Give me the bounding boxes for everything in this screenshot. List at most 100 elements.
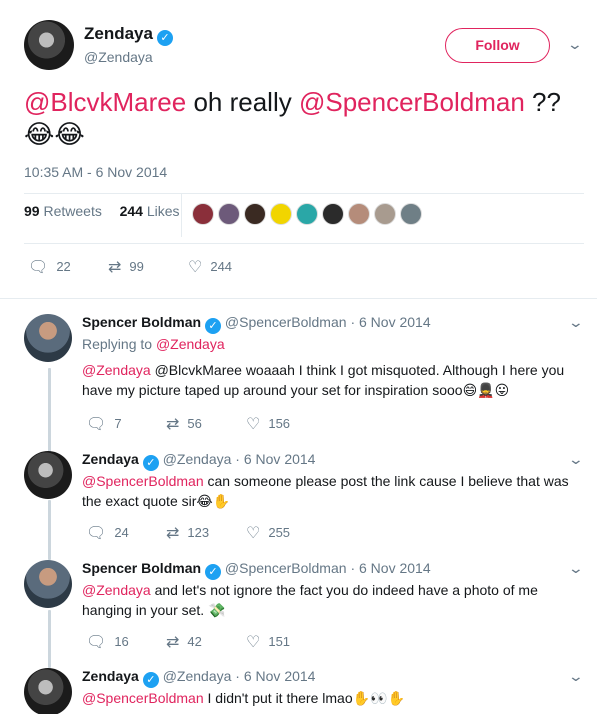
chevron-down-icon[interactable]: ⌄ — [567, 36, 583, 53]
author-name[interactable]: Zendaya — [82, 668, 139, 684]
chevron-down-icon[interactable]: ⌄ — [568, 314, 584, 331]
chevron-down-icon[interactable]: ⌄ — [568, 668, 584, 685]
liker-avatar[interactable] — [296, 203, 318, 225]
retweet-count: 56 — [187, 416, 202, 431]
like-button[interactable]: ♡ 244 — [188, 257, 232, 276]
likes-label: Likes — [146, 203, 180, 219]
mention-link[interactable]: @SpencerBoldman — [82, 473, 204, 489]
liker-avatar[interactable] — [244, 203, 266, 225]
liker-avatar[interactable] — [400, 203, 422, 225]
avatar[interactable] — [24, 451, 72, 499]
likes-stat[interactable]: 244 Likes — [120, 203, 180, 219]
retweet-count: 42 — [187, 634, 202, 649]
verified-badge-icon: ✓ — [156, 30, 173, 46]
retweet-button[interactable]: ⇄ 56 — [166, 414, 202, 433]
reply-count: 16 — [114, 634, 129, 649]
reply-header: Spencer Boldman ✓ @SpencerBoldman · 6 Nov… — [82, 560, 431, 580]
follow-button[interactable]: Follow — [445, 28, 550, 63]
author-handle[interactable]: @Zendaya — [163, 668, 232, 684]
like-count: 255 — [268, 525, 291, 540]
emoji: 😂✋ — [196, 494, 231, 510]
reply-icon: 🗨 — [86, 632, 107, 651]
mention-link[interactable]: @Zendaya — [156, 336, 225, 352]
avatar[interactable] — [24, 20, 74, 70]
verified-badge-icon: ✓ — [142, 455, 159, 471]
like-button[interactable]: ♡ 156 — [246, 414, 290, 433]
verified-badge-icon: ✓ — [205, 564, 222, 580]
heart-icon: ♡ — [188, 257, 203, 276]
heart-icon: ♡ — [246, 632, 261, 651]
heart-icon: ♡ — [246, 523, 261, 542]
like-count: 151 — [268, 634, 291, 649]
retweet-button[interactable]: ⇄ 42 — [166, 632, 202, 651]
reply-tweet[interactable]: Zendaya ✓ @Zendaya · 6 Nov 2014 ⌄ @Spence… — [24, 668, 594, 714]
retweet-button[interactable]: ⇄ 99 — [108, 257, 144, 276]
divider — [24, 243, 584, 244]
avatar[interactable] — [24, 668, 72, 714]
reply-button[interactable]: 🗨 22 — [28, 257, 71, 276]
author-name[interactable]: Zendaya — [82, 451, 139, 467]
reply-text-body: I didn't put it there lmao — [203, 690, 353, 706]
reply-date[interactable]: 6 Nov 2014 — [359, 314, 431, 330]
reply-icon: 🗨 — [86, 414, 107, 433]
author-handle[interactable]: @Zendaya — [84, 49, 153, 65]
tweet-actions: 🗨 22 ⇄ 99 ♡ 244 — [28, 257, 328, 277]
likers-avatars — [192, 203, 426, 230]
reply-date[interactable]: 6 Nov 2014 — [359, 560, 431, 576]
reply-text: @Zendaya @BlcvkMaree woaaah I think I go… — [82, 360, 587, 401]
heart-icon: ♡ — [246, 414, 261, 433]
reply-icon: 🗨 — [28, 257, 49, 276]
reply-tweet[interactable]: Spencer Boldman ✓ @SpencerBoldman · 6 Nov… — [24, 314, 594, 444]
retweet-count: 99 — [129, 259, 144, 274]
author-name[interactable]: Zendaya ✓ — [84, 24, 173, 46]
author-handle[interactable]: @SpencerBoldman — [225, 560, 347, 576]
liker-avatar[interactable] — [374, 203, 396, 225]
author-handle[interactable]: @SpencerBoldman — [225, 314, 347, 330]
liker-avatar[interactable] — [192, 203, 214, 225]
verified-badge-icon: ✓ — [142, 672, 159, 688]
mention-link[interactable]: @BlcvkMaree — [24, 87, 186, 117]
emoji: 😄💂😛 — [462, 383, 510, 399]
retweets-count: 99 — [24, 203, 40, 219]
liker-avatar[interactable] — [322, 203, 344, 225]
reply-header: Spencer Boldman ✓ @SpencerBoldman · 6 Nov… — [82, 314, 431, 334]
liker-avatar[interactable] — [218, 203, 240, 225]
chevron-down-icon[interactable]: ⌄ — [568, 560, 584, 577]
liker-avatar[interactable] — [348, 203, 370, 225]
retweet-button[interactable]: ⇄ 123 — [166, 523, 209, 542]
mention-link[interactable]: @SpencerBoldman — [299, 87, 525, 117]
mention-link[interactable]: @SpencerBoldman — [82, 690, 204, 706]
like-button[interactable]: ♡ 255 — [246, 523, 290, 542]
retweets-label: Retweets — [43, 203, 102, 219]
mention-link[interactable]: @Zendaya — [82, 362, 151, 378]
separator-dot: · — [350, 314, 356, 330]
author-handle[interactable]: @Zendaya — [163, 451, 232, 467]
like-button[interactable]: ♡ 151 — [246, 632, 290, 651]
reply-date[interactable]: 6 Nov 2014 — [244, 668, 316, 684]
reply-tweet[interactable]: Zendaya ✓ @Zendaya · 6 Nov 2014 ⌄ @Spence… — [24, 451, 594, 551]
reply-count: 7 — [114, 416, 122, 431]
reply-date[interactable]: 6 Nov 2014 — [244, 451, 316, 467]
separator-dot: · — [235, 451, 240, 467]
divider — [0, 298, 597, 299]
avatar[interactable] — [24, 560, 72, 608]
avatar[interactable] — [24, 314, 72, 362]
reply-button[interactable]: 🗨 24 — [86, 523, 129, 542]
retweets-stat[interactable]: 99 Retweets — [24, 203, 102, 219]
reply-tweet[interactable]: Spencer Boldman ✓ @SpencerBoldman · 6 Nov… — [24, 560, 594, 660]
tweet-text-body: oh really — [186, 87, 299, 117]
author-name[interactable]: Spencer Boldman — [82, 314, 201, 330]
tweet-timestamp[interactable]: 10:35 AM - 6 Nov 2014 — [24, 164, 167, 180]
reply-button[interactable]: 🗨 7 — [86, 414, 122, 433]
retweet-icon: ⇄ — [108, 257, 122, 276]
author-name[interactable]: Spencer Boldman — [82, 560, 201, 576]
reply-text: @Zendaya and let's not ignore the fact y… — [82, 580, 587, 621]
author-name-text[interactable]: Zendaya — [84, 24, 153, 43]
reply-actions: 🗨 16 ⇄ 42 ♡ 151 — [86, 632, 366, 652]
reply-count: 24 — [114, 525, 129, 540]
mention-link[interactable]: @Zendaya — [82, 582, 151, 598]
reply-button[interactable]: 🗨 16 — [86, 632, 129, 651]
reply-header: Zendaya ✓ @Zendaya · 6 Nov 2014 — [82, 668, 315, 688]
liker-avatar[interactable] — [270, 203, 292, 225]
chevron-down-icon[interactable]: ⌄ — [568, 451, 584, 468]
